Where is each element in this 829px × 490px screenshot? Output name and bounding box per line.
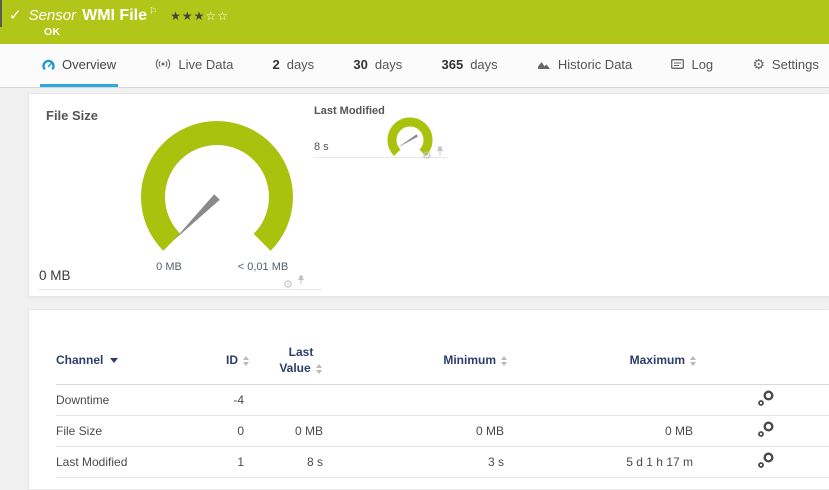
file-size-scale-min: 0 MB (156, 261, 182, 273)
log-icon (671, 59, 684, 69)
flag-icon[interactable]: ⚐ (149, 6, 157, 17)
channel-settings-icon[interactable] (757, 390, 775, 410)
column-label: Last Value (279, 345, 313, 375)
sort-icon (501, 356, 508, 366)
file-size-widget-tools: ⚙ (283, 273, 305, 291)
column-header-last-value[interactable]: Last Value (254, 336, 331, 385)
sort-desc-icon (110, 358, 118, 363)
tab-30-days[interactable]: 30 days (351, 44, 404, 87)
tab-historic-data[interactable]: Historic Data (535, 44, 634, 87)
gauge-needle (397, 134, 418, 148)
tab-bar: Overview Live Data 2 days 30 days 365 da… (0, 44, 829, 88)
channel-last-value (254, 385, 331, 416)
column-label: Maximum (630, 353, 685, 367)
tab-overview[interactable]: Overview (40, 44, 118, 87)
tab-label: Overview (62, 57, 116, 72)
column-label: Channel (56, 353, 103, 367)
sort-icon (316, 364, 323, 374)
column-label: ID (226, 353, 238, 367)
gear-icon[interactable]: ⚙ (422, 151, 432, 162)
table-row[interactable]: File Size 0 0 MB 0 MB 0 MB (56, 416, 829, 447)
channel-settings-icon[interactable] (757, 452, 775, 472)
column-header-minimum[interactable]: Minimum (331, 336, 512, 385)
channel-name[interactable]: Last Modified (56, 447, 206, 478)
channel-minimum: 3 s (331, 447, 512, 478)
tab-label: days (375, 57, 402, 72)
sensor-header: ✓ Sensor WMI File ⚐ ★★★☆☆ OK (0, 0, 829, 44)
tab-label: days (470, 57, 497, 72)
file-size-gauge (132, 112, 302, 282)
window-edge (0, 0, 2, 27)
tab-365-days[interactable]: 365 days (440, 44, 500, 87)
priority-stars-empty: ☆☆ (205, 9, 229, 23)
channel-name[interactable]: File Size (56, 416, 206, 447)
channel-maximum: 5 d 1 h 17 m (512, 447, 701, 478)
tab-label: Historic Data (558, 57, 632, 72)
file-size-gauge-title: File Size (46, 108, 98, 123)
sensor-title: WMI File (82, 7, 147, 25)
table-header-row: Channel ID Last Value Minimum Maximum (56, 336, 829, 385)
priority-stars-filled: ★★★ (170, 9, 205, 23)
column-header-actions (701, 336, 829, 385)
overview-gauges-panel: File Size 0 MB < 0,01 MB 0 MB ⚙ Last Mod… (28, 93, 829, 297)
object-kind-label: Sensor (29, 7, 77, 24)
tab-number: 30 (353, 57, 367, 72)
channel-last-value: 0 MB (254, 416, 331, 447)
gauge-icon (42, 59, 55, 70)
gauge-needle (174, 194, 220, 240)
broadcast-icon (155, 58, 171, 70)
column-label: Minimum (443, 353, 496, 367)
channel-settings-icon[interactable] (757, 421, 775, 441)
tab-live-data[interactable]: Live Data (153, 44, 235, 87)
channel-maximum (512, 385, 701, 416)
channel-minimum (331, 385, 512, 416)
priority-stars[interactable]: ★★★☆☆ (170, 9, 229, 23)
column-header-id[interactable]: ID (206, 336, 254, 385)
channel-minimum: 0 MB (331, 416, 512, 447)
channel-name[interactable]: Downtime (56, 385, 206, 416)
table-row[interactable]: Downtime -4 (56, 385, 829, 416)
tab-label: Live Data (178, 57, 233, 72)
last-modified-widget-tools: ⚙ (422, 144, 444, 162)
channel-table: Channel ID Last Value Minimum Maximum (56, 336, 829, 478)
last-modified-gauge-title: Last Modified (314, 105, 385, 117)
tab-label: Settings (772, 57, 819, 72)
column-header-maximum[interactable]: Maximum (512, 336, 701, 385)
tab-settings[interactable]: ⚙ Settings (750, 44, 821, 87)
gear-icon: ⚙ (752, 57, 765, 71)
tab-number: 365 (442, 57, 464, 72)
pin-icon[interactable] (436, 144, 444, 162)
sort-icon (690, 356, 697, 366)
channel-id: 0 (206, 416, 254, 447)
table-row[interactable]: Last Modified 1 8 s 3 s 5 d 1 h 17 m (56, 447, 829, 478)
status-badge: OK (44, 26, 60, 38)
gear-icon[interactable]: ⚙ (283, 280, 293, 291)
channel-id: -4 (206, 385, 254, 416)
widget-divider (39, 289, 322, 290)
channel-maximum: 0 MB (512, 416, 701, 447)
tab-number: 2 (272, 57, 279, 72)
channel-id: 1 (206, 447, 254, 478)
tab-2-days[interactable]: 2 days (270, 44, 316, 87)
status-check-icon: ✓ (9, 6, 22, 24)
sort-icon (243, 356, 250, 366)
tab-label: Log (691, 57, 713, 72)
channel-last-value: 8 s (254, 447, 331, 478)
tab-log[interactable]: Log (669, 44, 715, 87)
tab-label: days (287, 57, 314, 72)
file-size-current-value: 0 MB (39, 268, 71, 283)
area-chart-icon (537, 59, 551, 70)
pin-icon[interactable] (297, 273, 305, 291)
file-size-scale-max: < 0,01 MB (238, 261, 288, 273)
last-modified-current-value: 8 s (314, 141, 329, 153)
column-header-channel[interactable]: Channel (56, 336, 206, 385)
channel-table-panel: Channel ID Last Value Minimum Maximum (28, 309, 829, 490)
